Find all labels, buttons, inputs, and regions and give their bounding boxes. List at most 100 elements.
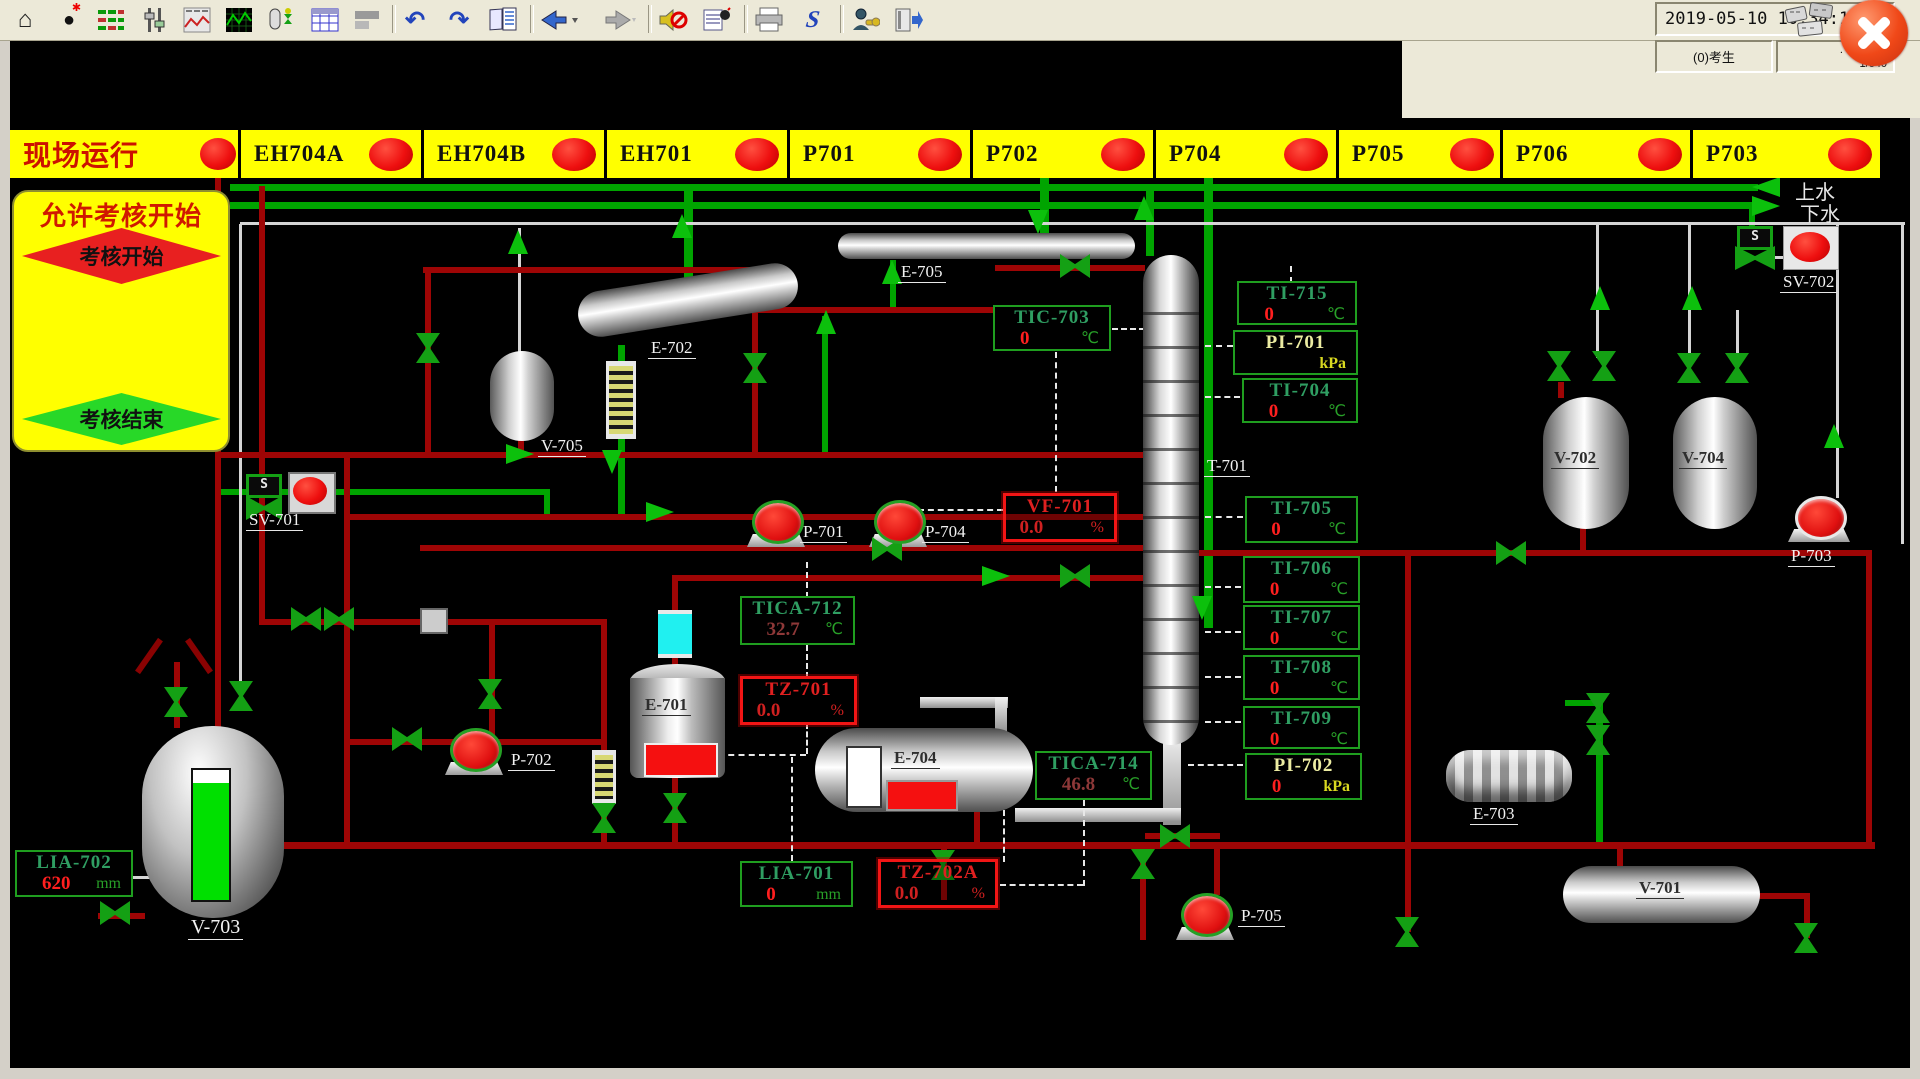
exam-end-button[interactable]: 考核结束 — [22, 393, 221, 445]
pump-p703[interactable] — [1795, 496, 1847, 540]
pipe-segment — [240, 222, 1905, 225]
print-icon[interactable] — [752, 3, 786, 37]
report-book-icon[interactable] — [486, 3, 520, 37]
indicator-vf701[interactable]: VF-701 0.0% — [1003, 493, 1117, 542]
cyan-instrument-block — [658, 610, 692, 658]
indicator-ti704[interactable]: TI-704 0℃ — [1242, 378, 1358, 423]
pump-p702[interactable] — [450, 728, 502, 772]
redo-icon[interactable]: ↷ — [442, 3, 476, 37]
indicator-ti705[interactable]: TI-705 0℃ — [1245, 496, 1358, 543]
indicator-tz702a[interactable]: TZ-702A 0.0% — [878, 859, 998, 908]
indicator-tica714[interactable]: TICA-714 46.8℃ — [1035, 751, 1152, 800]
banner-button-p701[interactable]: P701 — [790, 130, 970, 178]
data-table-icon[interactable] — [308, 3, 342, 37]
indicator-lia701[interactable]: LIA-701 0mm — [740, 861, 853, 907]
banner-button-p705[interactable]: P705 — [1339, 130, 1500, 178]
mute-glyph — [658, 6, 688, 34]
banner-button-eh701[interactable]: EH701 — [607, 130, 787, 178]
pipe-segment — [230, 184, 1758, 191]
sight-glass — [592, 750, 616, 804]
pump-p705[interactable] — [1181, 893, 1233, 937]
indicator-tz701[interactable]: TZ-701 0.0% — [740, 676, 857, 725]
nav-back-icon[interactable] — [538, 3, 582, 37]
status-led — [369, 138, 413, 171]
user-display: (0)考生 — [1655, 40, 1773, 73]
label-t701: T-701 — [1204, 456, 1250, 477]
toolbar-separator — [392, 5, 396, 33]
indicator-ti706[interactable]: TI-706 0℃ — [1243, 556, 1360, 603]
indicator-pi701[interactable]: PI-701 kPa — [1233, 330, 1358, 375]
banner-button-field-run[interactable]: 现场运行 — [10, 130, 238, 178]
tag-list-icon[interactable] — [94, 3, 128, 37]
pipe-segment — [822, 316, 828, 455]
signal-line — [918, 509, 1003, 511]
banner-button-p702[interactable]: P702 — [973, 130, 1153, 178]
signal-line — [806, 723, 808, 754]
graph-glyph — [225, 7, 253, 33]
alarm-mute-icon[interactable] — [656, 3, 690, 37]
table-glyph — [311, 8, 339, 32]
indicator-ti709[interactable]: TI-709 0℃ — [1243, 706, 1360, 749]
system-logo-icon[interactable]: S — [796, 3, 830, 37]
signal-line — [806, 645, 808, 678]
pipe-segment — [230, 202, 1758, 209]
pump-p704[interactable] — [874, 500, 926, 544]
banner-button-p706[interactable]: P706 — [1503, 130, 1690, 178]
login-glyph — [850, 6, 880, 34]
label-e702: E-702 — [648, 338, 696, 359]
home-icon[interactable]: ⌂ — [8, 3, 42, 37]
pipe-segment — [1580, 528, 1586, 553]
flow-arrow — [1824, 424, 1844, 448]
indicator-lia702[interactable]: LIA-702 620mm — [15, 850, 133, 897]
indicator-tica712[interactable]: TICA-712 32.7℃ — [740, 596, 855, 645]
signal-line — [1003, 810, 1005, 862]
indicator-tic703[interactable]: TIC-703 0℃ — [993, 305, 1111, 351]
flow-arrow — [1752, 196, 1780, 216]
status-led — [1450, 138, 1494, 171]
signal-line — [1205, 631, 1241, 633]
bottom-window-edge — [0, 1068, 1920, 1079]
nav-forward-icon[interactable] — [594, 3, 638, 37]
label-v705: V-705 — [538, 436, 586, 457]
indicator-ti715[interactable]: TI-715 0℃ — [1237, 281, 1357, 325]
alarm-summary-icon[interactable] — [700, 3, 734, 37]
undo-icon[interactable]: ↶ — [398, 3, 432, 37]
indicator-pi702[interactable]: PI-702 0kPa — [1245, 753, 1362, 800]
setpoint-sliders-icon[interactable] — [138, 3, 172, 37]
operator-login-icon[interactable] — [848, 3, 882, 37]
layout-icon[interactable] — [350, 3, 384, 37]
flow-arrow — [982, 566, 1010, 586]
flow-arrow — [816, 310, 836, 334]
signal-line — [1205, 676, 1241, 678]
banner-label: P704 — [1156, 141, 1222, 167]
label-p701: P-701 — [800, 522, 847, 543]
banner-button-p703[interactable]: P703 — [1693, 130, 1880, 178]
label-p703: P-703 — [1788, 546, 1835, 567]
alarm-bomb-icon[interactable]: ●✱ — [52, 3, 86, 37]
banner-button-eh704a[interactable]: EH704A — [241, 130, 421, 178]
hmi-screen: ⌂ ●✱ — [0, 0, 1920, 1079]
label-sv701: SV-701 — [246, 510, 303, 531]
keyboard-icon[interactable] — [1784, 2, 1838, 38]
banner-label: P701 — [790, 141, 856, 167]
banner-button-eh704b[interactable]: EH704B — [424, 130, 604, 178]
pipe-segment — [974, 812, 980, 845]
exam-start-button[interactable]: 考核开始 — [22, 228, 221, 284]
solenoid-sv701[interactable]: S — [246, 474, 282, 498]
banner-label: P703 — [1693, 141, 1759, 167]
banner-button-p704[interactable]: P704 — [1156, 130, 1336, 178]
pump-p701[interactable] — [752, 500, 804, 544]
exit-icon[interactable] — [892, 3, 926, 37]
process-graphic-icon[interactable] — [264, 3, 298, 37]
flow-arrow — [602, 450, 622, 474]
indicator-ti708[interactable]: TI-708 0℃ — [1243, 655, 1360, 700]
signal-line — [718, 754, 806, 756]
realtime-graph-icon[interactable] — [222, 3, 256, 37]
close-button[interactable] — [1840, 0, 1908, 66]
indicator-ti707[interactable]: TI-707 0℃ — [1243, 605, 1360, 650]
trend-chart-icon[interactable] — [180, 3, 214, 37]
pipe-segment — [1204, 178, 1213, 628]
exam-end-label: 考核结束 — [80, 404, 164, 434]
status-led — [552, 138, 596, 171]
solenoid-sv702[interactable]: S — [1737, 226, 1773, 250]
